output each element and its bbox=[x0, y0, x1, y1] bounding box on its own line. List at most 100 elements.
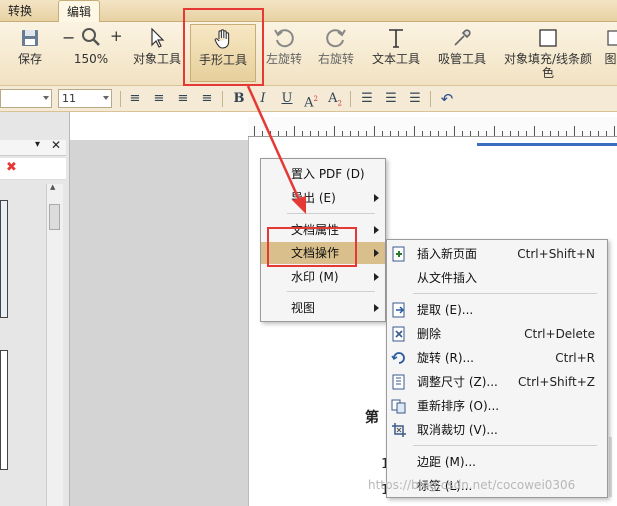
text-tool-button[interactable]: 文本工具 bbox=[368, 24, 424, 82]
menu-item-insert-from-file[interactable]: 从文件插入 bbox=[387, 267, 607, 289]
ruler-tick bbox=[422, 131, 423, 136]
rotate-right-icon bbox=[326, 29, 346, 48]
italic-icon[interactable]: I bbox=[254, 90, 272, 108]
object-tool-button[interactable]: 对象工具 bbox=[130, 24, 184, 82]
indent-icon[interactable]: ☰ bbox=[406, 90, 424, 108]
menu-item-rotate[interactable]: 旋转 (R)... Ctrl+R bbox=[387, 347, 607, 369]
rotate-left-button[interactable]: 左旋转 bbox=[262, 24, 306, 82]
delete-icon[interactable]: ✖ bbox=[6, 160, 17, 175]
bold-icon[interactable]: B bbox=[230, 90, 248, 108]
subscript-icon[interactable]: A2 bbox=[326, 90, 344, 108]
align-right-icon[interactable]: ≡ bbox=[174, 90, 192, 108]
ruler-tick bbox=[598, 131, 599, 136]
ruler-tick bbox=[574, 126, 575, 136]
zoom-out-icon[interactable]: − bbox=[62, 28, 75, 47]
superscript-icon[interactable]: A2 bbox=[302, 90, 320, 110]
panel-header: ▾ ✕ bbox=[0, 138, 66, 156]
zoom-control[interactable]: − + 150% bbox=[58, 24, 124, 82]
ruler-tick bbox=[302, 131, 303, 136]
font-size-value: 11 bbox=[62, 92, 76, 105]
paragraph-spacing-icon[interactable]: ☰ bbox=[382, 90, 400, 108]
rotate-left-icon bbox=[274, 29, 294, 48]
ruler-tick bbox=[326, 131, 327, 136]
scroll-thumb[interactable] bbox=[49, 204, 60, 230]
font-size-select[interactable]: 11 bbox=[58, 89, 112, 108]
menu-separator bbox=[413, 293, 597, 294]
ruler-tick bbox=[566, 131, 567, 136]
highlight-document-operations bbox=[267, 227, 357, 267]
menu-item-place-pdf[interactable]: 置入 PDF (D) bbox=[261, 163, 385, 185]
page-thumbnail[interactable] bbox=[0, 350, 8, 470]
zoom-in-icon[interactable]: + bbox=[110, 27, 123, 45]
menu-item-extract[interactable]: 提取 (E)... bbox=[387, 299, 607, 321]
panel-scrollbar[interactable]: ▲ bbox=[46, 183, 63, 506]
resize-page-icon bbox=[392, 374, 405, 390]
menu-item-uncrop[interactable]: 取消裁切 (V)... bbox=[387, 419, 607, 441]
left-panel: ▾ ✕ ✖ ▲ bbox=[0, 112, 70, 506]
eyedropper-button[interactable]: 吸管工具 bbox=[434, 24, 490, 82]
menu-item-insert-new-page[interactable]: 插入新页面 Ctrl+Shift+N bbox=[387, 243, 607, 265]
delete-page-icon bbox=[392, 326, 405, 342]
menu-item-label: 水印 (M) bbox=[291, 270, 339, 284]
align-left-icon[interactable]: ≡ bbox=[126, 90, 144, 108]
zoom-level: 150% bbox=[73, 52, 109, 66]
undo-icon[interactable]: ↶ bbox=[438, 90, 456, 108]
ribbon-toolbar: 保存 − + 150% 对象工具 手形工具 左旋转 右旋转 文本工具 吸管工具 … bbox=[0, 22, 617, 86]
menu-item-label: 视图 bbox=[291, 301, 316, 315]
tab-convert[interactable]: 转换 bbox=[0, 0, 40, 22]
align-center-icon[interactable]: ≡ bbox=[150, 90, 168, 108]
menu-item-reorder[interactable]: 重新排序 (O)... bbox=[387, 395, 607, 417]
submenu-arrow-icon bbox=[374, 249, 379, 257]
ruler-tick bbox=[254, 126, 255, 136]
line-spacing-icon[interactable]: ☰ bbox=[358, 90, 376, 108]
ruler-tick bbox=[454, 126, 455, 136]
ruler-tick bbox=[414, 126, 415, 136]
menu-item-watermark[interactable]: 水印 (M) bbox=[261, 266, 385, 288]
next-tool-label: 图 bbox=[604, 52, 617, 66]
menu-item-label: 调整尺寸 (Z)... bbox=[417, 375, 498, 389]
ruler-tick bbox=[270, 131, 271, 136]
save-button[interactable]: 保存 bbox=[8, 24, 52, 82]
ruler-tick bbox=[262, 131, 263, 136]
menu-separator bbox=[413, 445, 597, 446]
rotate-right-button[interactable]: 右旋转 bbox=[314, 24, 358, 82]
scroll-up-icon[interactable]: ▲ bbox=[50, 183, 55, 191]
ruler-tick bbox=[430, 131, 431, 136]
doc-text-fragment: 第 bbox=[365, 410, 379, 426]
menu-item-label: 置入 PDF (D) bbox=[291, 167, 365, 181]
ruler-tick bbox=[518, 131, 519, 136]
menu-item-label: 导出 (E) bbox=[291, 191, 336, 205]
menu-item-label: 从文件插入 bbox=[417, 271, 478, 285]
ruler-tick bbox=[478, 131, 479, 136]
workspace-background bbox=[70, 140, 248, 506]
pin-icon[interactable]: ▾ bbox=[35, 139, 40, 150]
highlight-hand-tool bbox=[183, 8, 264, 86]
next-tool-button[interactable]: 图 bbox=[604, 24, 617, 82]
underline-icon[interactable]: U bbox=[278, 90, 296, 108]
ruler-tick bbox=[526, 131, 527, 136]
save-label: 保存 bbox=[17, 52, 42, 66]
menu-item-resize[interactable]: 调整尺寸 (Z)... Ctrl+Shift+Z bbox=[387, 371, 607, 393]
menu-item-view[interactable]: 视图 bbox=[261, 297, 385, 319]
ruler-tick bbox=[310, 131, 311, 136]
font-family-select[interactable] bbox=[0, 89, 52, 108]
menu-item-export[interactable]: 导出 (E) bbox=[261, 187, 385, 209]
close-icon[interactable]: ✕ bbox=[51, 138, 61, 152]
menu-separator bbox=[287, 291, 375, 292]
menu-item-margins[interactable]: 边距 (M)... bbox=[387, 451, 607, 473]
fill-line-color-button[interactable]: 对象填充/线条颜色 bbox=[500, 24, 596, 82]
ruler-tick bbox=[534, 126, 535, 136]
ruler-tick bbox=[502, 131, 503, 136]
tab-edit[interactable]: 编辑 bbox=[58, 0, 101, 22]
chevron-down-icon bbox=[103, 96, 109, 100]
ruler-tick bbox=[510, 131, 511, 136]
menu-item-delete[interactable]: 删除 Ctrl+Delete bbox=[387, 323, 607, 345]
rotate-left-label: 左旋转 bbox=[265, 52, 302, 66]
ruler-tick bbox=[590, 131, 591, 136]
justify-icon[interactable]: ≡ bbox=[198, 90, 216, 108]
ruler-tick bbox=[294, 126, 295, 136]
document-operations-submenu: 插入新页面 Ctrl+Shift+N 从文件插入 提取 (E)... 删除 Ct… bbox=[386, 239, 608, 498]
ruler-tick bbox=[406, 131, 407, 136]
page-thumbnail[interactable] bbox=[0, 200, 8, 318]
ruler-tick bbox=[318, 131, 319, 136]
